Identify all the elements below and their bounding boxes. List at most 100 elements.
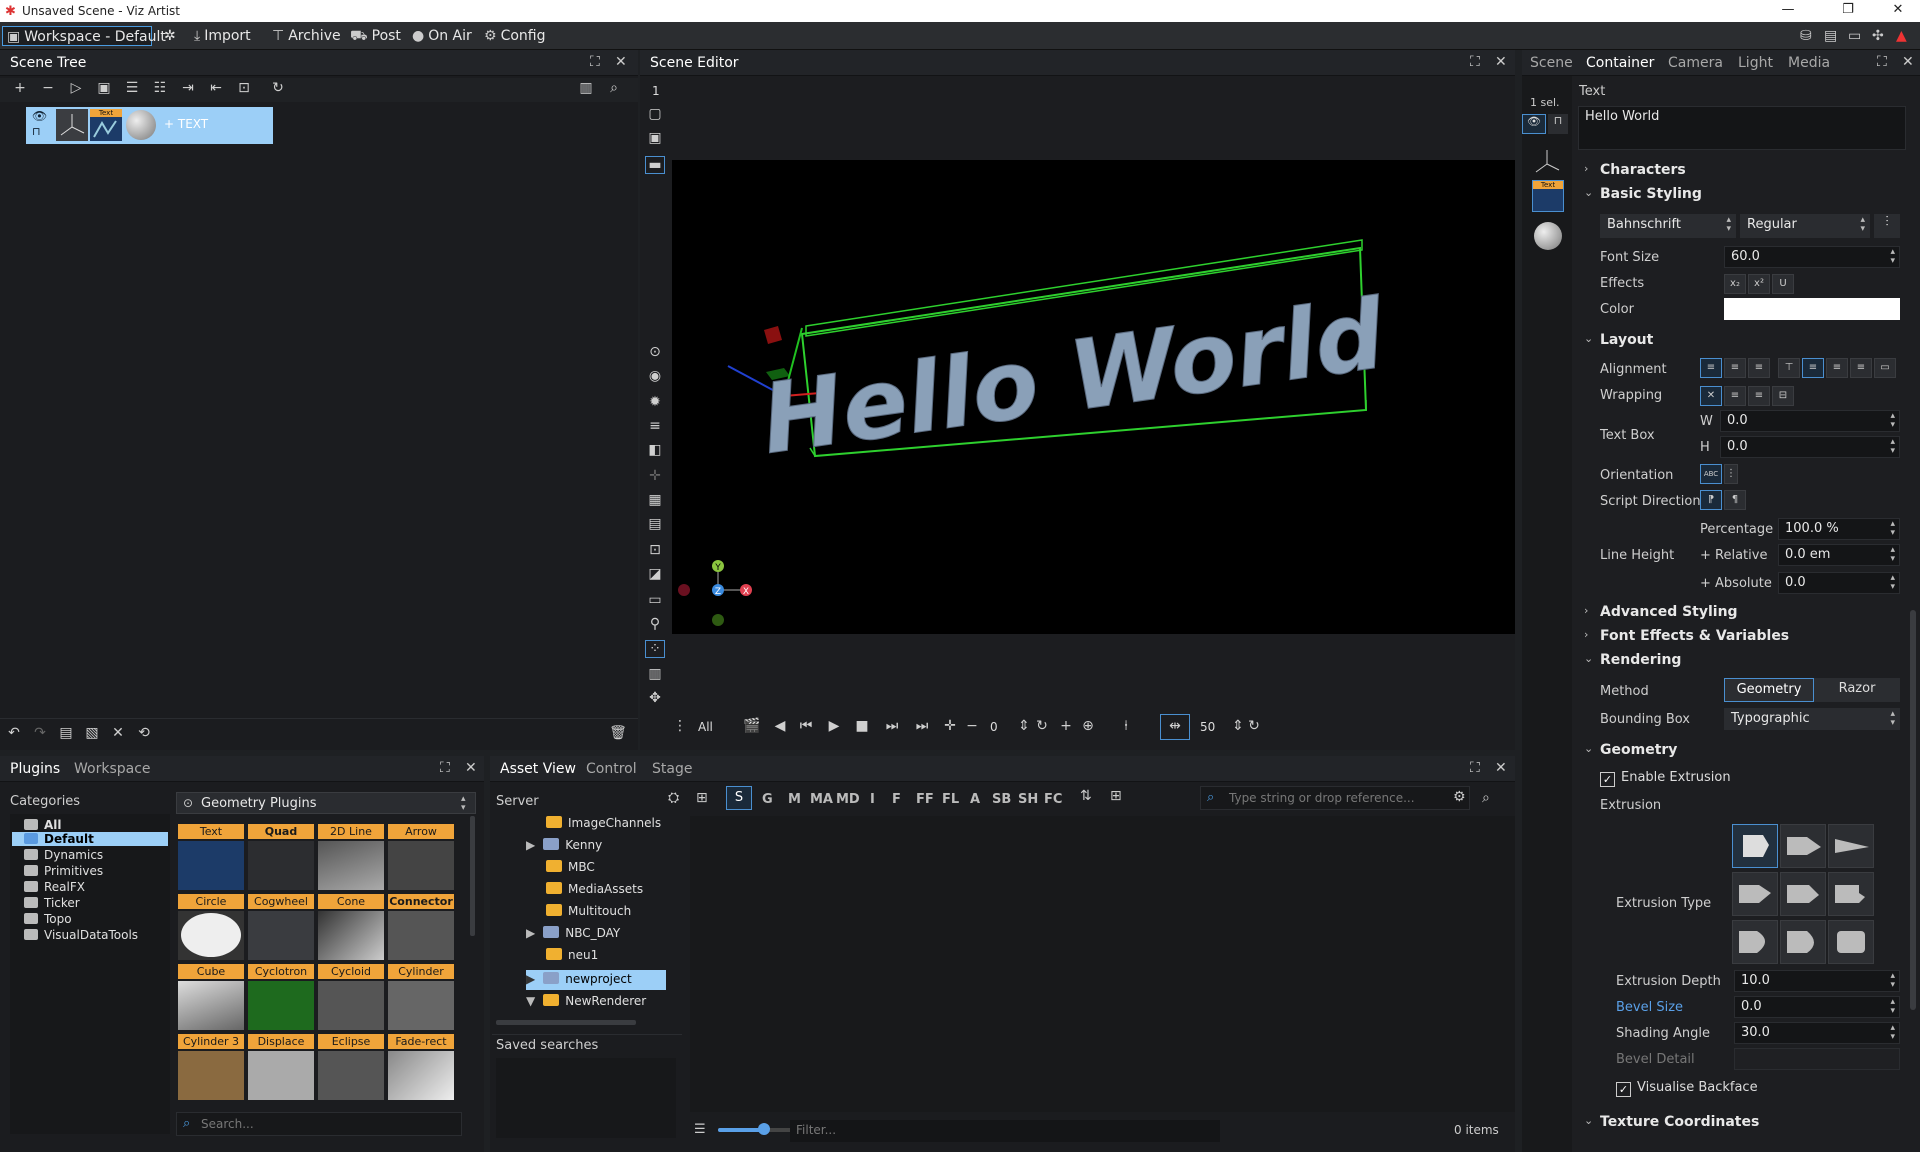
play-button[interactable]: ▶ <box>824 718 844 734</box>
tab-camera[interactable]: Camera <box>1668 55 1723 71</box>
category-item[interactable]: RealFX <box>24 880 85 894</box>
tab-container[interactable]: Container <box>1586 55 1654 71</box>
superscript-icon[interactable]: x² <box>1748 274 1770 294</box>
chart-icon[interactable]: ▥ <box>645 666 665 682</box>
tree-expand-icon[interactable]: ☰ <box>122 80 142 96</box>
thumbnail-size-slider[interactable] <box>718 1123 798 1135</box>
lock-toggle-icon[interactable]: ⊓ <box>1548 114 1568 134</box>
subscript-icon[interactable]: x₂ <box>1724 274 1746 294</box>
filter-material[interactable]: M <box>788 792 801 807</box>
section-advanced-styling[interactable]: › Advanced Styling <box>1584 604 1738 620</box>
decrement-icon[interactable]: − <box>962 718 982 734</box>
shading-angle-input[interactable]: 30.0 ▴ ▾ <box>1734 1022 1900 1044</box>
tree-item[interactable]: MBC <box>546 860 595 874</box>
play-icon[interactable]: ▷ <box>66 80 86 96</box>
tree-item[interactable]: Multitouch <box>546 904 631 918</box>
valign-fit-icon[interactable]: ▭ <box>1874 358 1896 378</box>
maximize-button[interactable]: ❐ <box>1828 2 1868 17</box>
extrusion-type-4-button[interactable] <box>1732 872 1778 916</box>
visibility-icon[interactable]: 👁 <box>32 109 47 123</box>
valign-middle-icon[interactable]: ≡ <box>1826 358 1848 378</box>
close-scene-icon[interactable]: ✕ <box>108 725 128 741</box>
plugin-icon[interactable]: ✣ <box>1868 26 1888 46</box>
maximize-icon[interactable]: ⛶ <box>590 54 600 70</box>
menu-config[interactable]: ⚙ Config <box>480 26 549 46</box>
maximize-icon[interactable]: ⛶ <box>1470 54 1480 70</box>
database-icon[interactable]: ⛁ <box>1796 26 1816 46</box>
scene-node-text[interactable]: 👁 ⊓ Text + TEXT <box>26 107 273 144</box>
color-swatch[interactable] <box>1724 298 1900 320</box>
increment-icon[interactable]: + <box>1056 718 1076 734</box>
align-center-icon[interactable]: ≡ <box>1724 358 1746 378</box>
filter-input[interactable]: Filter... <box>790 1120 1220 1142</box>
visualise-backface-checkbox[interactable]: ✓ Visualise Backface <box>1616 1080 1758 1097</box>
filter-sh[interactable]: SH <box>1018 792 1038 807</box>
merge-icon[interactable]: ▣ <box>94 80 114 96</box>
add-icon[interactable]: + <box>10 80 30 96</box>
align-right-icon[interactable]: ≡ <box>1748 358 1770 378</box>
align-left-icon[interactable]: ≡ <box>1700 358 1722 378</box>
filter-md[interactable]: MD <box>836 792 860 807</box>
view-icon[interactable]: ▬ <box>645 156 665 174</box>
extrusion-type-7-button[interactable] <box>1732 920 1778 964</box>
tab-light[interactable]: Light <box>1738 55 1773 71</box>
loop-icon[interactable]: ↻ <box>1032 718 1052 734</box>
list-view-icon[interactable]: ☰ <box>694 1122 706 1137</box>
visibility-toggle-icon[interactable]: 👁 <box>1522 114 1546 134</box>
keyframe-icon[interactable]: ✛ <box>940 718 960 734</box>
tab-media[interactable]: Media <box>1788 55 1830 71</box>
filter-audio[interactable]: A <box>970 792 980 807</box>
bounding-box-select[interactable]: Typographic ▴ ▾ <box>1724 708 1900 730</box>
extrusion-type-arrow-button[interactable] <box>1780 824 1826 868</box>
close-window-button[interactable]: ✕ <box>1878 2 1918 17</box>
collapse-icon[interactable]: ▼ <box>526 994 535 1008</box>
textbox-width-input[interactable]: 0.0 ▴ ▾ <box>1720 410 1900 432</box>
plugin-connector[interactable]: Connector <box>388 894 454 962</box>
underline-icon[interactable]: U <box>1772 274 1794 294</box>
asset-grid[interactable] <box>690 816 1515 1112</box>
section-characters[interactable]: › Characters <box>1584 162 1686 178</box>
method-geometry-button[interactable]: Geometry <box>1724 678 1814 702</box>
section-basic-styling[interactable]: ⌄ Basic Styling <box>1584 186 1702 202</box>
expand-icon[interactable]: ▶ <box>526 972 535 986</box>
frame-input[interactable]: 0 <box>990 720 998 734</box>
extrusion-type-taper-button[interactable] <box>1828 824 1874 868</box>
maximize-icon[interactable]: ⛶ <box>1877 54 1887 70</box>
percentage-input[interactable]: 100.0 % ▴ ▾ <box>1778 518 1900 540</box>
close-icon[interactable]: ✕ <box>1495 760 1507 776</box>
filter-fl[interactable]: FL <box>942 792 959 807</box>
wrap-word-icon[interactable]: ≡ <box>1724 386 1746 406</box>
category-item[interactable]: Ticker <box>24 896 80 910</box>
plugin-eclipse[interactable]: Eclipse <box>318 1034 384 1102</box>
gear-icon[interactable]: ⚙ <box>1453 789 1466 805</box>
extrusion-type-9-button[interactable] <box>1828 920 1874 964</box>
wrap-none-icon[interactable]: ✕ <box>1700 386 1722 406</box>
extrusion-type-5-button[interactable] <box>1780 872 1826 916</box>
textbox-height-input[interactable]: 0.0 ▴ ▾ <box>1720 436 1900 458</box>
render-viewport[interactable]: Hello World Y Z X <box>672 160 1515 634</box>
save-icon[interactable]: ▤ <box>56 725 76 741</box>
filter-font[interactable]: F <box>892 792 901 807</box>
timeline-handle-icon[interactable]: ⋮ <box>670 718 690 734</box>
font-family-select[interactable]: Bahnschrift ▴ ▾ <box>1600 214 1736 238</box>
filter-ff[interactable]: FF <box>916 792 934 807</box>
adjust-icon[interactable]: ≡ <box>645 418 665 434</box>
marker-icon[interactable]: ⍿ <box>1116 718 1136 734</box>
stats-icon[interactable]: ▥ <box>576 80 596 96</box>
plugin-cyclotron[interactable]: Cyclotron <box>248 964 314 1032</box>
save-as-icon[interactable]: ▧ <box>82 725 102 741</box>
wrap-char-icon[interactable]: ≡ <box>1748 386 1770 406</box>
close-icon[interactable]: ✕ <box>615 54 627 70</box>
contrast-icon[interactable]: ◧ <box>645 442 665 458</box>
method-razor-button[interactable]: Razor <box>1814 678 1900 702</box>
valign-bottom-icon[interactable]: ≡ <box>1850 358 1872 378</box>
next-frame-icon[interactable]: ⏭ <box>882 718 902 734</box>
wrap-shrink-icon[interactable]: ⊟ <box>1772 386 1794 406</box>
plugin-text[interactable]: Text <box>178 824 244 892</box>
plugin-cogwheel[interactable]: Cogwheel <box>248 894 314 962</box>
warning-icon[interactable]: ▲ <box>1892 26 1911 46</box>
section-layout[interactable]: ⌄ Layout <box>1584 332 1653 348</box>
plugin-cube[interactable]: Cube <box>178 964 244 1032</box>
tree-item[interactable]: ▶ Kenny <box>526 838 602 852</box>
bookmark-icon[interactable]: ⊞ <box>696 790 708 806</box>
